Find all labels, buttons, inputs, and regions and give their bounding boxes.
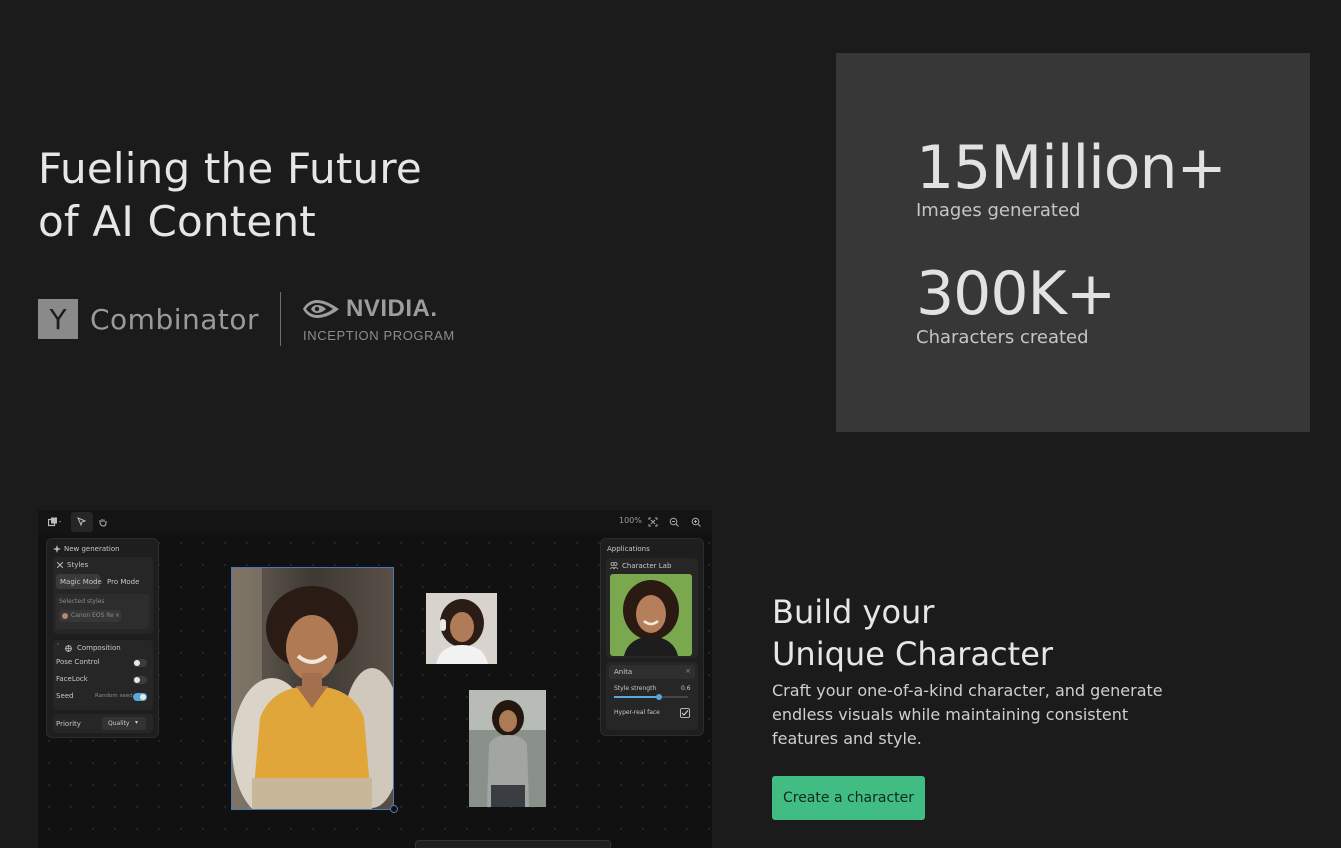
styles-section: Styles Magic Mode Pro Mode Selected styl…	[53, 557, 153, 634]
generated-image-headphones[interactable]	[426, 593, 497, 664]
layers-icon[interactable]	[48, 517, 62, 527]
facelock-toggle[interactable]	[133, 676, 147, 684]
magic-mode-tab[interactable]: Magic Mode	[56, 574, 102, 589]
style-chip[interactable]: Canon EOS Re ×	[59, 610, 121, 622]
logo-divider	[280, 292, 282, 346]
random-seed-toggle[interactable]	[133, 693, 147, 701]
checkbox-icon[interactable]	[680, 708, 690, 718]
nvidia-inception-logo: NVIDIA. INCEPTION PROGRAM	[303, 295, 455, 343]
character-name: Anita	[614, 668, 633, 676]
styles-icon	[57, 562, 63, 568]
pro-mode-tab[interactable]: Pro Mode	[107, 578, 139, 586]
selected-image[interactable]	[231, 567, 394, 810]
build-title-line-1: Build your	[772, 593, 935, 631]
nvidia-eye-icon	[303, 300, 340, 318]
resize-handle[interactable]	[390, 805, 398, 813]
style-chip-label: Canon EOS Re	[71, 612, 114, 619]
magic-mode-label: Magic Mode	[60, 578, 102, 586]
priority-value: Quality	[108, 720, 130, 727]
zoom-level[interactable]: 100%	[619, 516, 642, 525]
generated-image-standing[interactable]	[469, 690, 546, 807]
character-settings: Anita × Style strength 0.6 Hyper-real fa…	[606, 662, 698, 730]
build-section-title: Build your Unique Character	[772, 591, 1053, 675]
app-screenshot: 100% New generation Styles Magic Mode Pr…	[38, 510, 712, 848]
new-generation-panel: New generation Styles Magic Mode Pro Mod…	[46, 538, 159, 738]
style-chip-avatar	[62, 613, 68, 619]
hyper-real-face-label: Hyper-real face	[614, 709, 660, 716]
facelock-label: FaceLock	[56, 675, 88, 683]
stat-characters-value: 300K+	[916, 259, 1116, 329]
woman-portrait-image	[232, 568, 393, 809]
seed-label: Seed	[56, 692, 74, 700]
priority-row: Priority Quality ▾	[53, 714, 153, 733]
pose-control-label: Pose Control	[56, 658, 100, 666]
close-icon[interactable]: ×	[115, 612, 120, 619]
character-thumbnail	[610, 574, 692, 656]
styles-label: Styles	[67, 561, 89, 569]
fit-icon[interactable]	[648, 517, 658, 527]
stat-images-value: 15Million+	[916, 133, 1227, 203]
partner-logos: Y Combinator NVIDIA. INCEPTION PROGRAM	[38, 292, 455, 346]
stats-panel: 15Million+ Images generated 300K+ Charac…	[836, 53, 1310, 432]
hero-title-line-2: of AI Content	[38, 197, 316, 246]
character-lab-label: Character Lab	[622, 562, 672, 570]
sparkle-icon	[53, 545, 61, 553]
stat-images-label: Images generated	[916, 200, 1081, 221]
zoom-out-icon[interactable]	[669, 517, 679, 527]
woman-headphones-image	[426, 593, 497, 664]
zoom-in-icon[interactable]	[691, 517, 701, 527]
create-character-button[interactable]: Create a character	[772, 776, 925, 820]
canvas-toolbar: 100%	[38, 510, 712, 535]
character-name-field[interactable]: Anita ×	[609, 665, 695, 679]
build-section-description: Craft your one-of-a-kind character, and …	[772, 681, 1163, 748]
composition-icon	[65, 645, 72, 652]
composition-section: ˆ Composition Pose Control FaceLock Seed…	[53, 640, 153, 710]
slider-fill	[614, 696, 659, 698]
style-strength-value: 0.6	[681, 685, 691, 692]
character-lab-card[interactable]: Character Lab	[606, 558, 698, 658]
pose-control-toggle[interactable]	[133, 659, 147, 667]
applications-title: Applications	[607, 545, 650, 553]
priority-label: Priority	[56, 720, 81, 728]
yc-letter-box: Y	[38, 299, 78, 339]
yc-wordmark: Combinator	[90, 302, 260, 336]
composition-label: Composition	[77, 644, 121, 652]
hero-title: Fueling the Future of AI Content	[38, 142, 422, 248]
style-strength-label: Style strength	[614, 685, 657, 692]
slider-thumb[interactable]	[656, 694, 662, 700]
cursor-icon[interactable]	[77, 517, 87, 527]
woman-standing-image	[469, 690, 546, 807]
priority-select[interactable]: Quality ▾	[102, 717, 146, 730]
random-seed-label: Random seed	[95, 693, 133, 699]
new-generation-title: New generation	[64, 545, 120, 553]
anita-portrait-image	[610, 574, 692, 656]
nvidia-wordmark: NVIDIA.	[346, 295, 438, 322]
applications-panel: Applications Character Lab Anita × Style…	[600, 538, 704, 736]
chevron-down-icon: ▾	[135, 719, 139, 726]
selected-styles-label: Selected styles	[59, 598, 105, 605]
hand-icon[interactable]	[98, 517, 108, 527]
build-title-line-2: Unique Character	[772, 635, 1054, 673]
chevron-up-icon[interactable]: ˆ	[56, 643, 60, 651]
bottom-toolbar	[415, 840, 611, 848]
nvidia-program-label: INCEPTION PROGRAM	[303, 328, 455, 343]
y-combinator-logo: Y Combinator	[38, 299, 259, 339]
stat-characters-label: Characters created	[916, 327, 1089, 348]
selected-styles-box: Selected styles Canon EOS Re ×	[56, 594, 149, 629]
close-icon[interactable]: ×	[685, 667, 691, 675]
character-lab-icon	[610, 562, 618, 569]
hero-title-line-1: Fueling the Future	[38, 144, 422, 193]
style-strength-slider[interactable]	[614, 694, 688, 700]
